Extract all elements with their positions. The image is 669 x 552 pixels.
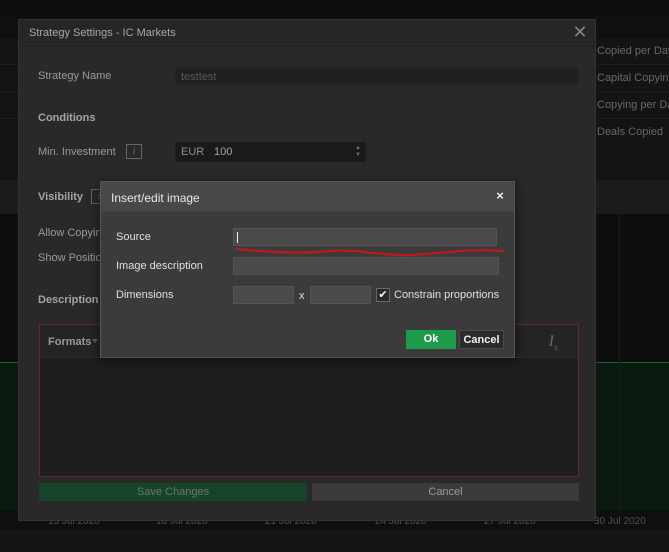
image-description-input[interactable] — [233, 257, 499, 275]
source-label: Source — [116, 231, 151, 243]
constrain-proportions-label: Constrain proportions — [394, 289, 500, 301]
constrain-proportions-checkbox[interactable]: ✔ — [376, 288, 390, 302]
height-input[interactable] — [310, 286, 371, 304]
text-cursor — [237, 232, 238, 243]
ok-button[interactable]: Ok — [406, 330, 456, 349]
dimensions-label: Dimensions — [116, 289, 174, 301]
width-input[interactable] — [233, 286, 294, 304]
modal-title: Insert/edit image — [111, 191, 200, 205]
modal-header: Insert/edit image × — [101, 182, 514, 212]
modal-cancel-button[interactable]: Cancel — [459, 330, 504, 349]
insert-image-dialog: Insert/edit image × Source Image descrip… — [100, 181, 515, 358]
source-input[interactable] — [233, 228, 497, 246]
dimensions-separator: x — [299, 290, 305, 302]
image-description-label: Image description — [116, 260, 203, 272]
close-icon[interactable]: × — [493, 189, 507, 203]
